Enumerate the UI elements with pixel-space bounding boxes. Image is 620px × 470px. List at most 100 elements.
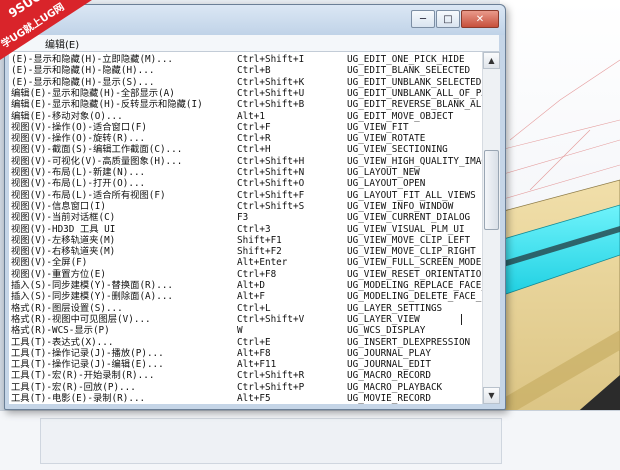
command-path: 格式(R)-WCS-显示(P) <box>11 325 110 337</box>
command-id: UG_EDIT_BLANK_SELECTED <box>347 65 471 77</box>
command-id: UG_WCS_DISPLAY <box>347 325 426 337</box>
shortcut-key: Ctrl+R <box>237 133 271 145</box>
shortcut-key: Ctrl+3 <box>237 223 271 235</box>
command-id: UG_MODELING_DELETE_FACE_FEAT <box>347 291 482 303</box>
command-id: UG_JOURNAL_PLAY <box>347 347 431 359</box>
shortcut-key: Alt+F11 <box>237 359 277 371</box>
command-id: UG_MACRO_RECORD <box>347 370 431 382</box>
shortcut-key: Shift+F1 <box>237 234 282 246</box>
shortcut-key: Alt+Enter <box>237 257 288 269</box>
window-controls: ─ □ ✕ <box>411 10 499 28</box>
command-path: 视图(V)-布局(L)-适合所有视图(F) <box>11 189 166 201</box>
command-id: UG_EDIT_ONE_PICK_HIDE <box>347 54 465 65</box>
command-id: UG_INSERT_DLEXPRESSION <box>347 336 471 348</box>
shortcut-row: 插入(S)-同步建模(Y)-删除面(A)... Alt+F UG_MODELING_… <box>9 291 482 303</box>
shortcut-key: Ctrl+B <box>237 65 271 77</box>
shortcut-row: 视图(V)-可视化(V)-高质量图象(H)... Ctrl+Shift+H UG_V… <box>9 156 482 168</box>
shortcut-row: 视图(V)-操作(O)-适合窗口(F) Ctrl+F UG_VIEW_FIT <box>9 122 482 134</box>
shortcut-row: 视图(V)-当前对话框(C) F3 UG_VIEW_CURRENT_DIALOG <box>9 212 482 224</box>
command-id: UG_VIEW_VISUAL_PLM_UI <box>347 223 465 235</box>
command-path: 视图(V)-操作(O)-适合窗口(F) <box>11 121 147 133</box>
shortcut-row: 工具(T)-电影(E)-录制(R)... Alt+F5 UG_MOVIE_RECOR… <box>9 393 482 404</box>
command-path: (E)-显示和隐藏(H)-隐藏(H)... <box>11 65 155 77</box>
shortcut-key: W <box>237 325 243 337</box>
command-path: 工具(T)-宏(R)-回放(P)... <box>11 381 136 393</box>
command-path: 工具(T)-电影(E)-录制(R)... <box>11 393 146 404</box>
command-id: UG_VIEW_SECTIONING <box>347 144 448 156</box>
shortcut-key: Alt+F8 <box>237 347 271 359</box>
shortcut-row: 视图(V)-布局(L)-打开(O)... Ctrl+Shift+O UG_LAYOU… <box>9 178 482 190</box>
command-id: UG_LAYOUT_NEW <box>347 167 420 178</box>
command-id: UG_MOVIE_RECORD <box>347 393 431 404</box>
shortcut-key: Ctrl+E <box>237 336 271 348</box>
command-id: UG_VIEW_FULL_SCREEN_MODE <box>347 257 482 269</box>
command-path: 视图(V)-重置方位(E) <box>11 268 106 280</box>
command-path: (E)-显示和隐藏(H)-显示(S)... <box>11 76 155 88</box>
vertical-scrollbar[interactable]: ▲ ▼ <box>482 52 500 404</box>
minimize-button[interactable]: ─ <box>411 10 435 28</box>
shortcut-key: Ctrl+Shift+K <box>237 76 305 88</box>
shortcut-key: Ctrl+Shift+I <box>237 54 305 65</box>
shortcut-key: Ctrl+Shift+O <box>237 178 305 190</box>
shortcut-row: 工具(T)-宏(R)-回放(P)... Ctrl+Shift+P UG_MACRO_… <box>9 382 482 394</box>
shortcut-row: (E)-显示和隐藏(H)-隐藏(H)... Ctrl+B UG_EDIT_BLANK… <box>9 65 482 77</box>
command-id: UG_VIEW_MOVE_CLIP_LEFT <box>347 234 471 246</box>
shortcut-row: 视图(V)-全屏(F) Alt+Enter UG_VIEW_FULL_SCREEN_… <box>9 257 482 269</box>
command-path: 插入(S)-同步建模(Y)-删除面(A)... <box>11 291 174 303</box>
command-id: UG_VIEW_MOVE_CLIP_RIGHT <box>347 246 476 258</box>
scroll-thumb[interactable] <box>484 150 499 230</box>
shortcut-text-area[interactable]: (E)-显示和隐藏(H)-立即隐藏(M)... Ctrl+Shift+I UG_ED… <box>9 52 482 404</box>
command-path: 视图(V)-当前对话框(C) <box>11 212 116 224</box>
shortcut-key: Ctrl+Shift+B <box>237 99 305 111</box>
shortcut-list-window: ─ □ ✕ 编辑(E) (E)-显示和隐藏(H)-立即隐藏(M)... Ctrl+… <box>4 4 506 410</box>
command-path: 编辑(E)-显示和隐藏(H)-反转显示和隐藏(I) <box>11 99 203 111</box>
command-id: UG_LAYOUT_FIT_ALL_VIEWS <box>347 189 476 201</box>
command-path: 工具(T)-操作记录(J)-播放(P)... <box>11 347 164 359</box>
shortcut-row: 编辑(E)-移动对象(O)... Alt+1 UG_EDIT_MOVE_OBJECT <box>9 111 482 123</box>
scroll-up-button[interactable]: ▲ <box>483 52 500 69</box>
shortcut-key: Alt+D <box>237 280 265 291</box>
shortcut-row: 视图(V)-左移轨道夹(M) Shift+F1 UG_VIEW_MOVE_CLIP_… <box>9 235 482 247</box>
shortcut-key: Ctrl+Shift+R <box>237 370 305 382</box>
shortcut-row: 编辑(E)-显示和隐藏(H)-反转显示和隐藏(I) Ctrl+Shift+B UG_… <box>9 99 482 111</box>
command-path: 视图(V)-全屏(F) <box>11 257 88 269</box>
command-path: 编辑(E)-移动对象(O)... <box>11 110 123 122</box>
shortcut-row: 格式(R)-图层设置(S)... Ctrl+L UG_LAYER_SETTINGS <box>9 303 482 315</box>
shortcut-key: Ctrl+Shift+V <box>237 313 305 325</box>
shortcut-key: Ctrl+Shift+U <box>237 87 305 99</box>
watermark-logo: 9SUG 学UG就上UG网 <box>0 0 92 60</box>
shortcut-key: Ctrl+F <box>237 121 271 133</box>
command-id: UG_EDIT_UNBLANK_SELECTED <box>347 76 482 88</box>
bottom-tabs-area <box>40 418 502 464</box>
command-id: UG_VIEW_RESET_ORIENTATION <box>347 268 482 280</box>
shortcut-row: 视图(V)-截面(S)-编辑工作截面(C)... Ctrl+H UG_VIEW_SE… <box>9 144 482 156</box>
command-id: UG_LAYOUT_OPEN <box>347 178 426 190</box>
command-path: 格式(R)-图层设置(S)... <box>11 302 123 314</box>
command-path: 视图(V)-左移轨道夹(M) <box>11 234 116 246</box>
command-id: UG_JOURNAL_EDIT <box>347 359 431 371</box>
command-id: UG_EDIT_MOVE_OBJECT <box>347 110 454 122</box>
shortcut-row: 视图(V)-布局(L)-适合所有视图(F) Ctrl+Shift+F UG_LAYO… <box>9 190 482 202</box>
scroll-down-button[interactable]: ▼ <box>483 387 500 404</box>
command-path: 视图(V)-HD3D 工具 UI <box>11 223 116 235</box>
shortcut-key: Ctrl+H <box>237 144 271 156</box>
shortcut-row: 视图(V)-HD3D 工具 UI Ctrl+3 UG_VIEW_VISUAL_PLM… <box>9 224 482 236</box>
shortcut-key: Ctrl+Shift+P <box>237 381 305 393</box>
shortcut-row: (E)-显示和隐藏(H)-显示(S)... Ctrl+Shift+K UG_EDIT… <box>9 77 482 89</box>
shortcut-row: 工具(T)-操作记录(J)-播放(P)... Alt+F8 UG_JOURNAL_P… <box>9 348 482 360</box>
command-id: UG_VIEW_ROTATE <box>347 133 426 145</box>
shortcut-key: Ctrl+Shift+S <box>237 200 305 212</box>
shortcut-key: Alt+F <box>237 291 265 303</box>
command-id: UG_VIEW_CURRENT_DIALOG <box>347 212 471 224</box>
command-path: 视图(V)-可视化(V)-高质量图象(H)... <box>11 155 183 167</box>
command-id: UG_VIEW_HIGH_QUALITY_IMAGE <box>347 155 482 167</box>
command-id: UG_EDIT_UNBLANK_ALL_OF_PART <box>347 87 482 99</box>
shortcut-key: Alt+1 <box>237 110 265 122</box>
close-button[interactable]: ✕ <box>461 10 499 28</box>
command-id: UG_MACRO_PLAYBACK <box>347 381 443 393</box>
cad-model <box>500 59 620 469</box>
shortcut-key: F3 <box>237 212 249 224</box>
shortcut-row: 视图(V)-重置方位(E) Ctrl+F8 UG_VIEW_RESET_ORIENT… <box>9 269 482 281</box>
command-path: 工具(T)-表达式(X)... <box>11 336 114 348</box>
maximize-button[interactable]: □ <box>436 10 460 28</box>
